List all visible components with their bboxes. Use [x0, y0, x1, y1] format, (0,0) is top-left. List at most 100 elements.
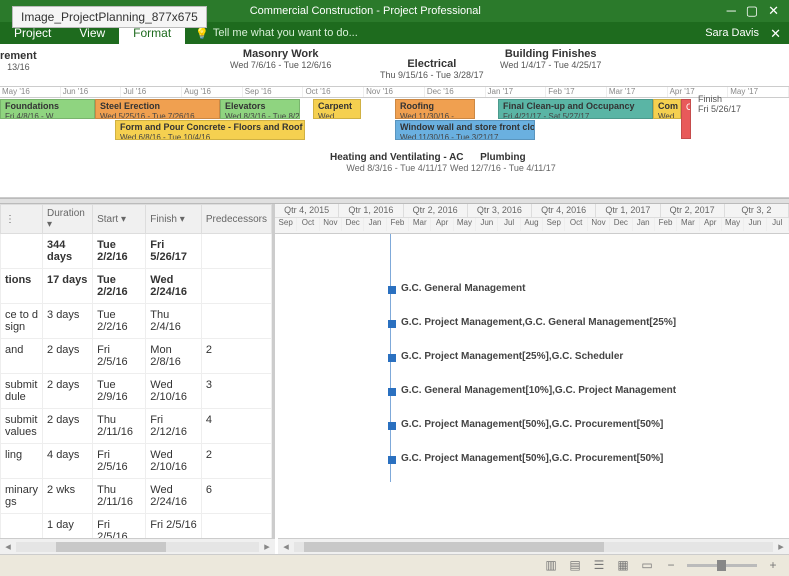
label: Carpent — [318, 102, 356, 111]
status-bar: ▥ ▤ ☰ ▦ ▭ − + — [0, 554, 789, 576]
timeline-bar-elevators[interactable]: Elevators Wed 8/3/16 - Tue 8/27/16 — [220, 99, 300, 119]
label: Finish — [698, 94, 741, 104]
zoom-slider[interactable] — [687, 564, 757, 567]
timeline-bar-c[interactable]: C — [681, 99, 691, 139]
mon: Nov — [320, 218, 342, 231]
timeline-callout-plumbing[interactable]: Plumbing Wed 12/7/16 - Tue 4/11/17 — [450, 152, 556, 173]
gantt-bar[interactable] — [388, 388, 396, 396]
gantt-row[interactable] — [275, 234, 789, 256]
col-start[interactable]: Start ▾ — [93, 205, 146, 234]
scroll-track[interactable] — [16, 542, 259, 552]
close-document-button[interactable]: ✕ — [770, 26, 781, 42]
zoom-thumb[interactable] — [717, 560, 726, 571]
timeline-bar-concrete[interactable]: Form and Pour Concrete - Floors and Roof… — [115, 120, 305, 140]
gantt-bar[interactable] — [388, 456, 396, 464]
col-predecessors[interactable]: Predecessors — [201, 205, 271, 234]
maximize-button[interactable]: ▢ — [746, 3, 758, 19]
label: Foundations — [5, 102, 90, 111]
tell-me-search[interactable]: 💡 Tell me what you want to do... — [195, 27, 358, 40]
view-calendar-icon[interactable]: ▦ — [615, 558, 631, 574]
col-handle[interactable]: ⋮ — [1, 205, 43, 234]
zoom-out-button[interactable]: − — [663, 558, 679, 574]
tell-me-placeholder: Tell me what you want to do... — [213, 27, 358, 39]
label: Masonry Work — [230, 48, 331, 60]
gantt-row[interactable]: G.C. Project Management,G.C. General Man… — [275, 312, 789, 346]
tick: Dec '16 — [425, 87, 486, 97]
gantt-bar[interactable] — [388, 354, 396, 362]
gantt-bar[interactable] — [388, 320, 396, 328]
dates: Fri 4/8/16 - W... — [5, 112, 60, 119]
mon: Nov — [588, 218, 610, 231]
chart-hscrollbar[interactable]: ◂ ▸ — [278, 538, 789, 554]
table-row[interactable]: and2 daysFri 2/5/16Mon 2/8/162 — [1, 339, 272, 374]
close-button[interactable]: ✕ — [768, 3, 779, 19]
timeline-summary-finishes[interactable]: Building Finishes Wed 1/4/17 - Tue 4/25/… — [500, 48, 601, 70]
col-finish[interactable]: Finish ▾ — [146, 205, 202, 234]
table-row[interactable]: 344 daysTue 2/2/16Fri 5/26/17 — [1, 234, 272, 269]
timeline-bar-cleanup[interactable]: Final Clean-up and Occupancy Fri 4/21/17… — [498, 99, 653, 119]
mon: Aug — [521, 218, 543, 231]
scroll-thumb[interactable] — [304, 542, 604, 552]
task-grid[interactable]: ⋮ Duration ▾ Start ▾ Finish ▾ Predecesso… — [0, 204, 275, 540]
qtr: Qtr 3, 2 — [725, 204, 789, 217]
mon: May — [454, 218, 476, 231]
mon: Jul — [767, 218, 789, 231]
table-row[interactable]: minary gs2 wksThu 2/11/16Wed 2/24/166 — [1, 479, 272, 514]
gantt-bar[interactable] — [388, 422, 396, 430]
zoom-in-button[interactable]: + — [765, 558, 781, 574]
timeline-summary-electrical[interactable]: Electrical Thu 9/15/16 - Tue 3/28/17 — [380, 58, 484, 80]
gantt-row[interactable]: G.C. Project Management[50%],G.C. Procur… — [275, 448, 789, 482]
timeline-bar-carpentry[interactable]: Carpent Wed ... — [313, 99, 361, 119]
timeline-bar-foundations[interactable]: Foundations Fri 4/8/16 - W... — [0, 99, 95, 119]
timeline-callout-hvac[interactable]: Heating and Ventilating - AC Wed 8/3/16 … — [330, 152, 464, 173]
view-network-icon[interactable]: ☰ — [591, 558, 607, 574]
scroll-right-icon[interactable]: ▸ — [773, 540, 789, 553]
view-resource-icon[interactable]: ▭ — [639, 558, 655, 574]
label: Final Clean-up and Occupancy — [503, 102, 648, 111]
mon: May — [722, 218, 744, 231]
view-usage-icon[interactable]: ▤ — [567, 558, 583, 574]
grid-hscrollbar[interactable]: ◂ ▸ — [0, 538, 275, 554]
table-row[interactable]: 1 dayFri 2/5/16Fri 2/5/16 — [1, 514, 272, 541]
timeline-summary-rement[interactable]: rement 13/16 — [0, 50, 37, 72]
gantt-bar[interactable] — [388, 286, 396, 294]
table-row[interactable]: tions17 daysTue 2/2/16Wed 2/24/16 — [1, 269, 272, 304]
tick: Mar '17 — [607, 87, 668, 97]
scroll-thumb[interactable] — [56, 542, 166, 552]
gantt-row[interactable]: G.C. Project Management[50%],G.C. Procur… — [275, 414, 789, 448]
gantt-row[interactable]: G.C. General Management — [275, 278, 789, 312]
table-row[interactable]: submit dule2 daysTue 2/9/16Wed 2/10/163 — [1, 374, 272, 409]
gantt-row[interactable]: G.C. General Management[10%],G.C. Projec… — [275, 380, 789, 414]
table-row[interactable]: submit values2 daysThu 2/11/16Fri 2/12/1… — [1, 409, 272, 444]
timeline-bar-steel[interactable]: Steel Erection Wed 5/25/16 - Tue 7/26/16 — [95, 99, 220, 119]
dates: Wed 1/4/17 - Tue 4/25/17 — [500, 60, 601, 70]
scroll-left-icon[interactable]: ◂ — [0, 540, 16, 553]
gantt-row[interactable]: G.C. Project Management[25%],G.C. Schedu… — [275, 346, 789, 380]
timeline-bar-roofing[interactable]: Roofing Wed 11/30/16 - — [395, 99, 475, 119]
timeline-view[interactable]: rement 13/16 Masonry Work Wed 7/6/16 - T… — [0, 44, 789, 198]
view-gantt-icon[interactable]: ▥ — [543, 558, 559, 574]
label: Building Finishes — [500, 48, 601, 60]
gantt-row[interactable] — [275, 256, 789, 278]
scroll-right-icon[interactable]: ▸ — [259, 540, 275, 553]
scroll-left-icon[interactable]: ◂ — [278, 540, 294, 553]
gantt-timescale[interactable]: Qtr 4, 2015 Qtr 1, 2016 Qtr 2, 2016 Qtr … — [275, 204, 789, 234]
dates: Wed 11/30/16 - Tue 3/21/17 — [400, 133, 498, 140]
grid-header-row: ⋮ Duration ▾ Start ▾ Finish ▾ Predecesso… — [1, 205, 272, 234]
table-row[interactable]: ling4 daysFri 2/5/16Wed 2/10/162 — [1, 444, 272, 479]
label: rement — [0, 50, 37, 62]
timeline-summary-masonry[interactable]: Masonry Work Wed 7/6/16 - Tue 12/6/16 — [230, 48, 331, 70]
timeline-bar-com[interactable]: Com Wed — [653, 99, 681, 119]
scroll-track[interactable] — [294, 542, 773, 552]
gantt-chart[interactable]: Qtr 4, 2015 Qtr 1, 2016 Qtr 2, 2016 Qtr … — [275, 204, 789, 540]
gantt-body[interactable]: G.C. General Management G.C. Project Man… — [275, 234, 789, 482]
signed-in-user[interactable]: Sara Davis — [705, 27, 759, 39]
mon: Jun — [744, 218, 766, 231]
timeline-finish-marker: Finish Fri 5/26/17 — [698, 94, 741, 114]
minimize-button[interactable]: ─ — [727, 3, 736, 19]
tick: Jan '17 — [486, 87, 547, 97]
timeline-bar-window[interactable]: Window wall and store front closures Wed… — [395, 120, 535, 140]
label: Com — [658, 102, 676, 111]
col-duration[interactable]: Duration ▾ — [43, 205, 93, 234]
table-row[interactable]: ce to d sign3 daysTue 2/2/16Thu 2/4/16 — [1, 304, 272, 339]
